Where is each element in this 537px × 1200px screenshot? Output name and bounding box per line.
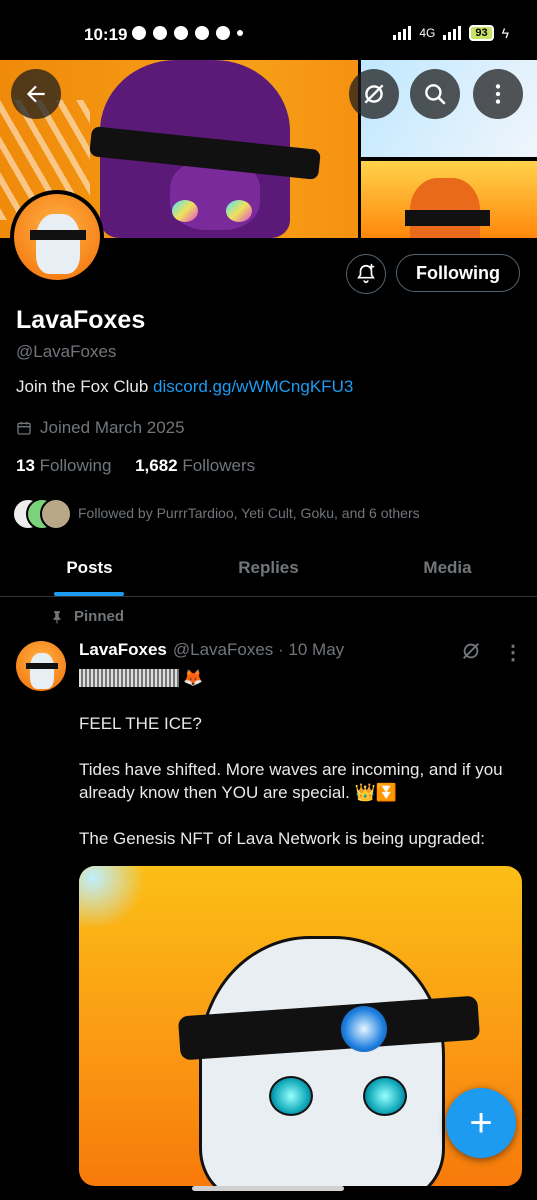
grok-icon: [364, 84, 384, 104]
post-more-icon[interactable]: ⋮: [503, 640, 523, 665]
home-indicator[interactable]: [192, 1186, 344, 1191]
fox-emoji: 🦊: [183, 670, 203, 687]
following-stat[interactable]: 13 Following: [16, 456, 111, 475]
search-icon: [425, 84, 446, 105]
network-label: 4G: [419, 26, 436, 40]
joined-date: Joined March 2025: [16, 418, 185, 438]
tab-media[interactable]: Media: [358, 540, 537, 596]
followed-by-avatars: [12, 498, 72, 530]
profile-bio: Join the Fox Club discord.gg/wWMCngKFU3: [16, 377, 353, 397]
post-image-fox: [199, 936, 445, 1186]
avatar-image: [14, 194, 100, 280]
charging-icon: ϟ: [501, 25, 509, 41]
followers-stat-label: Followers: [182, 456, 256, 475]
calendar-icon: [17, 422, 31, 435]
post-image-eye-left: [269, 1076, 313, 1116]
post-avatar-fox: [30, 653, 54, 689]
following-stat-label: Following: [39, 456, 112, 475]
obscured-text: 🦊: [79, 668, 203, 688]
pin-icon: [53, 610, 61, 623]
bell-plus-icon: [357, 263, 375, 284]
avatar: [40, 498, 72, 530]
banner-eye-right: [226, 200, 252, 222]
banner-eye-left: [172, 200, 198, 222]
more-notifications-icon: [237, 30, 243, 36]
post-handle-date: @LavaFoxes · 10 May: [172, 640, 345, 659]
notification-icons: [132, 26, 243, 40]
battery-icon: 93: [469, 25, 494, 41]
avatar-fox: [36, 214, 80, 274]
joined-label: Joined March 2025: [40, 418, 185, 437]
banner-mini-band: [405, 210, 490, 226]
post-avatar[interactable]: [16, 641, 66, 691]
post-text: FEEL THE ICE? Tides have shifted. More w…: [79, 714, 503, 848]
followers-stat[interactable]: 1,682 Followers: [135, 456, 255, 475]
discord-icon: [174, 26, 188, 40]
bio-text: Join the Fox Club: [16, 377, 154, 396]
tab-posts[interactable]: Posts: [0, 540, 179, 596]
followed-by-text: Followed by PurrrTardioo, Yeti Cult, Gok…: [78, 505, 420, 521]
pinned-indicator: Pinned: [50, 608, 124, 625]
profile-handle: @LavaFoxes: [16, 342, 117, 361]
profile-avatar[interactable]: [10, 190, 104, 284]
followed-by[interactable]: Followed by PurrrTardioo, Yeti Cult, Gok…: [12, 498, 420, 530]
notifications-bell-button[interactable]: [346, 254, 386, 294]
post-image-splash: [79, 866, 149, 926]
back-button[interactable]: [11, 69, 61, 119]
more-vertical-icon: [495, 84, 501, 104]
following-button[interactable]: Following: [396, 254, 520, 292]
post-author[interactable]: LavaFoxes: [79, 640, 167, 660]
profile-tabs: Posts Replies Media: [0, 540, 537, 597]
arrow-left-icon: [26, 85, 45, 103]
bio-link[interactable]: discord.gg/wWMCngKFU3: [153, 377, 353, 396]
obscured-block: [79, 669, 179, 687]
post-header: LavaFoxes @LavaFoxes · 10 May: [79, 640, 344, 660]
status-time: 10:19: [84, 25, 128, 44]
telegram-icon: [216, 26, 230, 40]
post-image-eye-right: [363, 1076, 407, 1116]
grok-button[interactable]: [349, 69, 399, 119]
compose-button[interactable]: +: [446, 1088, 516, 1158]
banner-mini-fox: [410, 178, 480, 238]
signal-icon: [393, 26, 412, 40]
tab-replies[interactable]: Replies: [179, 540, 358, 596]
app-icon: [195, 26, 209, 40]
post-avatar-band: [26, 663, 58, 669]
facebook-icon: [132, 26, 146, 40]
system-icons: 4G 93 ϟ: [393, 25, 509, 41]
followers-count: 1,682: [135, 456, 178, 475]
signal-2-icon: [443, 26, 462, 40]
grok-icon[interactable]: [460, 640, 482, 662]
more-options-button[interactable]: [473, 69, 523, 119]
post-image-gem: [341, 1006, 387, 1052]
status-bar: 10:19 4G 93 ϟ: [0, 0, 537, 72]
following-count: 13: [16, 456, 35, 475]
snapchat-icon: [153, 26, 167, 40]
follow-stats: 13 Following 1,682 Followers: [16, 456, 255, 476]
profile-name: LavaFoxes: [16, 306, 146, 334]
search-button[interactable]: [410, 69, 460, 119]
avatar-band: [30, 230, 86, 240]
pinned-label: Pinned: [74, 608, 125, 625]
